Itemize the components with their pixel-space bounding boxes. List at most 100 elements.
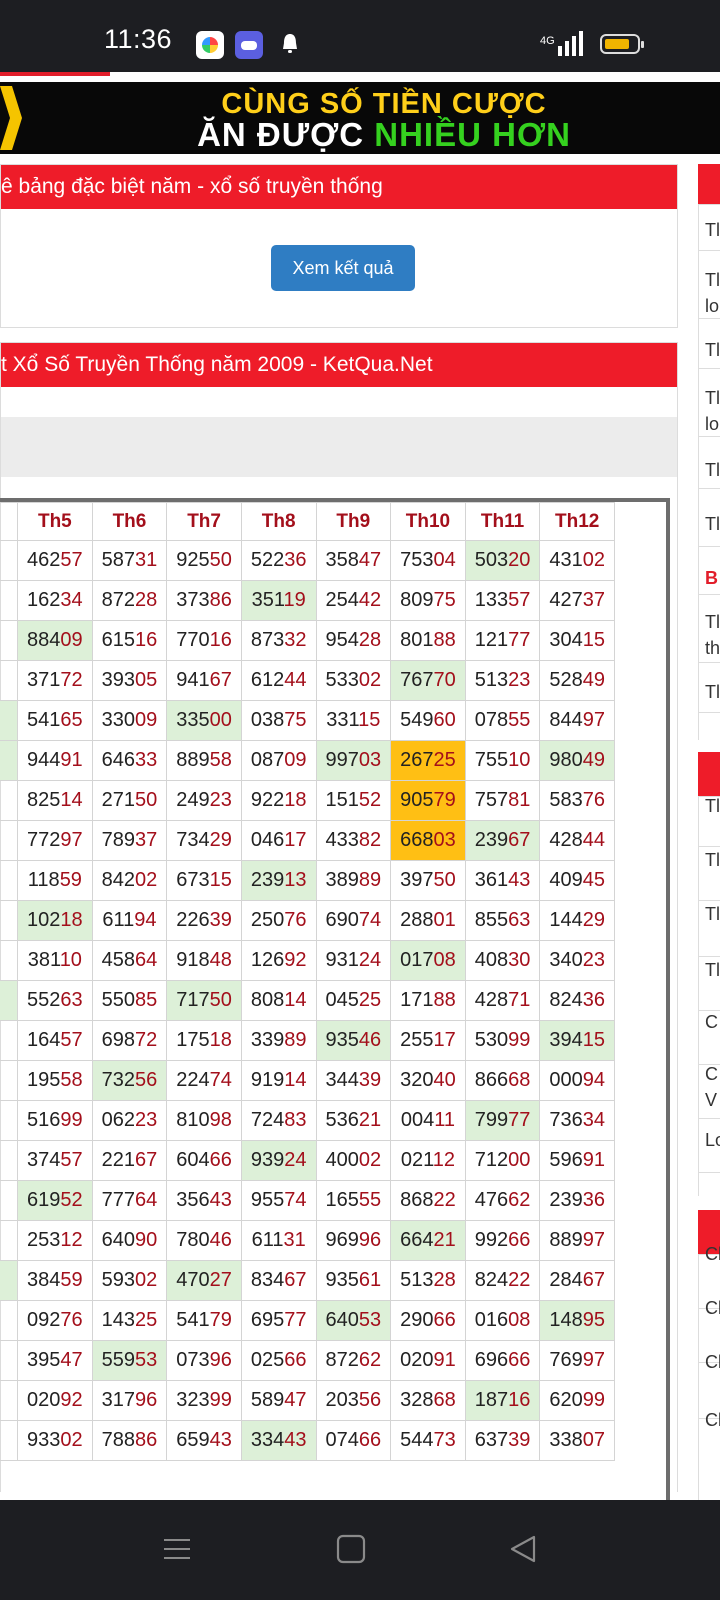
sidebar-link[interactable]: Tl <box>705 960 720 981</box>
column-header: Th10 <box>390 502 466 541</box>
sidebar-divider <box>698 204 720 205</box>
result-cell: 31796 <box>91 1380 168 1421</box>
result-cell: 01608 <box>464 1300 541 1341</box>
result-cell: 76770 <box>390 660 466 701</box>
result-cell: 04525 <box>315 980 392 1021</box>
sidebar-link[interactable]: V <box>705 1090 717 1111</box>
menu-icon[interactable] <box>162 1534 192 1564</box>
promo-banner[interactable]: CÙNG SỐ TIỀN CƯỢC ĂN ĐƯỢC NHIỀU HƠN <box>0 82 720 154</box>
sidebar-link[interactable]: C <box>705 1012 718 1033</box>
result-cell: 33989 <box>240 1020 317 1061</box>
result-cell: 33443 <box>240 1420 317 1461</box>
result-cell: 75510 <box>464 740 541 781</box>
sidebar-divider <box>698 1118 720 1119</box>
result-cell: 37 <box>0 1300 19 1341</box>
sidebar-link[interactable]: Tl <box>705 796 720 817</box>
result-cell: 54473 <box>390 1420 466 1461</box>
result-cell: 20356 <box>315 1380 392 1421</box>
table-row: 0210218611942263925076690742880185563144… <box>0 900 615 941</box>
result-cell: 69577 <box>240 1300 317 1341</box>
result-cell: 98049 <box>539 740 615 781</box>
result-cell: 32399 <box>166 1380 242 1421</box>
sidebar-divider <box>698 1172 720 1173</box>
result-cell: 30415 <box>539 620 615 661</box>
back-icon[interactable] <box>508 1534 538 1564</box>
sidebar-link[interactable]: Tl <box>705 612 720 633</box>
sidebar-header <box>698 164 720 204</box>
result-cell: 32040 <box>390 1060 466 1101</box>
table-row: 0137172393059416761244533027677051323528… <box>0 660 615 701</box>
sidebar-link[interactable]: Tl <box>705 904 720 925</box>
view-results-button[interactable]: Xem kết quả <box>271 245 415 291</box>
result-cell: 42871 <box>464 980 541 1021</box>
sidebar-divider <box>698 662 720 663</box>
right-sidebar: TlTlloTlTlloTlTlBTlthTlTlTlTlTlCCVLoClCl… <box>698 0 720 1500</box>
result-cell: 61952 <box>17 1180 93 1221</box>
sidebar-link[interactable]: Lo <box>705 1130 720 1151</box>
result-cell: 04617 <box>240 820 317 861</box>
sidebar-link[interactable]: Tl <box>705 460 720 481</box>
result-cell: 57 <box>0 940 19 981</box>
result-cell: 51328 <box>390 1260 466 1301</box>
sidebar-link[interactable]: Tl <box>705 682 720 703</box>
home-icon[interactable] <box>336 1534 366 1564</box>
sidebar-link[interactable]: Tl <box>705 340 720 361</box>
result-cell: 33500 <box>166 700 242 741</box>
result-cell: 22639 <box>166 900 242 941</box>
sidebar-link[interactable]: B <box>705 568 718 589</box>
result-cell: 82436 <box>539 980 615 1021</box>
sidebar-link[interactable]: C <box>705 1064 718 1085</box>
result-cell: 15152 <box>315 780 392 821</box>
sidebar-link[interactable]: Tl <box>705 850 720 871</box>
table-row: 7482514271502492392218151529057975781583… <box>0 780 615 821</box>
sidebar-link[interactable]: Tl <box>705 514 720 535</box>
result-cell: 38459 <box>17 1260 93 1301</box>
signal-icon: 4G <box>540 31 583 56</box>
game-app-icon <box>235 31 263 59</box>
sidebar-link[interactable]: Tl <box>705 220 720 241</box>
result-cell: 91848 <box>166 940 242 981</box>
result-cell: 39547 <box>17 1340 93 1381</box>
result-cell: 03875 <box>240 700 317 741</box>
photos-app-icon <box>196 31 224 59</box>
result-cell: 25517 <box>390 1020 466 1061</box>
result-cell: 55085 <box>91 980 168 1021</box>
table-toolbar <box>1 417 677 477</box>
result-cell: 17188 <box>390 980 466 1021</box>
result-cell: 61516 <box>91 620 168 661</box>
result-cell: 02566 <box>240 1340 317 1381</box>
sidebar-link[interactable]: Tl <box>705 388 720 409</box>
sidebar-link[interactable]: Cl <box>705 1410 720 1431</box>
sidebar-link[interactable]: Cl <box>705 1352 720 1373</box>
sidebar-link[interactable]: Tl <box>705 270 720 291</box>
result-cell: 52849 <box>539 660 615 701</box>
sidebar-link[interactable]: lo <box>705 414 719 435</box>
result-cell: 51323 <box>464 660 541 701</box>
table-row: 9646257587319255052236358477530450320431… <box>0 540 615 581</box>
section-title: ê bảng đặc biệt năm - xổ số truyền thống <box>1 165 677 209</box>
result-cell: 80188 <box>390 620 466 661</box>
sidebar-link[interactable]: Cl <box>705 1244 720 1265</box>
result-cell: 77297 <box>17 820 93 861</box>
table-row: 3709276143255417969577640532906601608148… <box>0 1300 615 1341</box>
table-row: 3425312640907804661131969966642199266889… <box>0 1220 615 1261</box>
result-cell: 24923 <box>166 780 242 821</box>
result-cell: 99266 <box>464 1220 541 1261</box>
result-cell: 23913 <box>240 860 317 901</box>
result-cell: 80975 <box>390 580 466 621</box>
result-cell: 16457 <box>17 1020 93 1061</box>
result-cell: 11859 <box>17 860 93 901</box>
result-cell: 39750 <box>390 860 466 901</box>
sidebar-link[interactable]: lo <box>705 296 719 317</box>
result-cell: 78886 <box>91 1420 168 1461</box>
result-cell: 22167 <box>91 1140 168 1181</box>
table-row: 6838459593024702783467935615132882422284… <box>0 1260 615 1301</box>
sidebar-link[interactable]: Cl <box>705 1298 720 1319</box>
sidebar-divider <box>698 846 720 847</box>
sidebar-link[interactable]: th <box>705 638 720 659</box>
sidebar-divider <box>698 594 720 595</box>
result-cell: 74 <box>0 780 19 821</box>
result-cell: 61244 <box>240 660 317 701</box>
results-table-scroll[interactable]: 4Th5Th6Th7Th8Th9Th10Th11Th12 96462575873… <box>0 498 670 1500</box>
result-cell: 94167 <box>166 660 242 701</box>
